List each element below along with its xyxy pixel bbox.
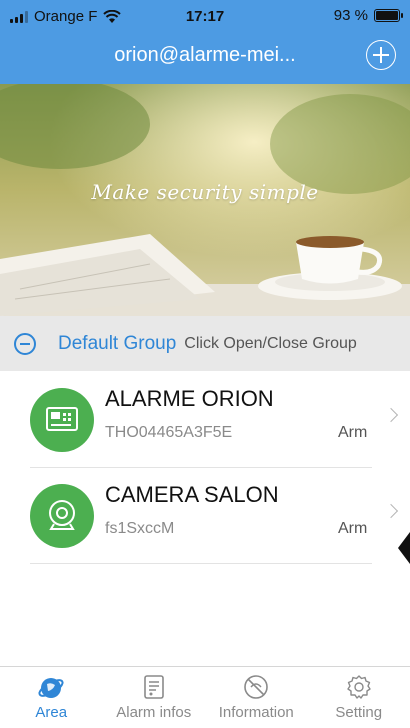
collapse-group-icon[interactable]	[14, 332, 36, 355]
side-handle-icon[interactable]	[398, 532, 410, 564]
chevron-right-icon	[383, 503, 399, 519]
group-hint: Click Open/Close Group	[184, 334, 357, 352]
nav-bar: orion@alarme-mei...	[0, 34, 410, 84]
device-name: ALARME ORION	[105, 386, 274, 411]
tab-bar: Area Alarm infos Information Setting	[0, 666, 410, 728]
device-state: Arm	[338, 520, 368, 537]
alarm-panel-icon	[30, 388, 94, 452]
device-state: Arm	[338, 424, 368, 441]
setting-icon	[347, 675, 371, 699]
tab-information[interactable]: Information	[205, 667, 308, 728]
battery-status: 93 %	[333, 7, 403, 24]
camera-icon	[30, 484, 94, 548]
tab-label: Information	[218, 704, 294, 721]
group-name: Default Group	[58, 332, 177, 354]
tab-area[interactable]: Area	[0, 667, 103, 728]
account-title: orion@alarme-mei...	[114, 44, 296, 66]
device-row-camera-salon[interactable]: CAMERA SALON fs1SxccM Arm	[30, 468, 410, 564]
alarm-infos-icon	[143, 675, 164, 699]
device-row-alarme-orion[interactable]: ALARME ORION THO04465A3F5E Arm	[30, 372, 410, 468]
battery-icon	[374, 9, 403, 22]
tab-label: Alarm infos	[116, 704, 192, 721]
tab-setting[interactable]: Setting	[308, 667, 410, 728]
add-device-button[interactable]	[366, 40, 396, 70]
tab-alarm-infos[interactable]: Alarm infos	[103, 667, 206, 728]
device-serial: THO04465A3F5E	[105, 424, 233, 441]
tab-label: Area	[35, 704, 68, 721]
information-icon	[244, 675, 269, 699]
row-divider	[30, 563, 372, 564]
chevron-right-icon	[383, 407, 399, 423]
device-name: CAMERA SALON	[105, 482, 279, 507]
group-header[interactable]: Default Group Click Open/Close Group	[0, 316, 410, 371]
banner-image: Make security simple	[0, 84, 410, 316]
device-serial: fs1SxccM	[105, 520, 175, 537]
banner-tagline: Make security simple	[91, 180, 319, 204]
area-icon	[38, 678, 64, 698]
battery-percent: 93 %	[333, 7, 368, 24]
tab-label: Setting	[335, 704, 383, 721]
status-bar: Orange F 17:17 93 %	[0, 0, 410, 34]
